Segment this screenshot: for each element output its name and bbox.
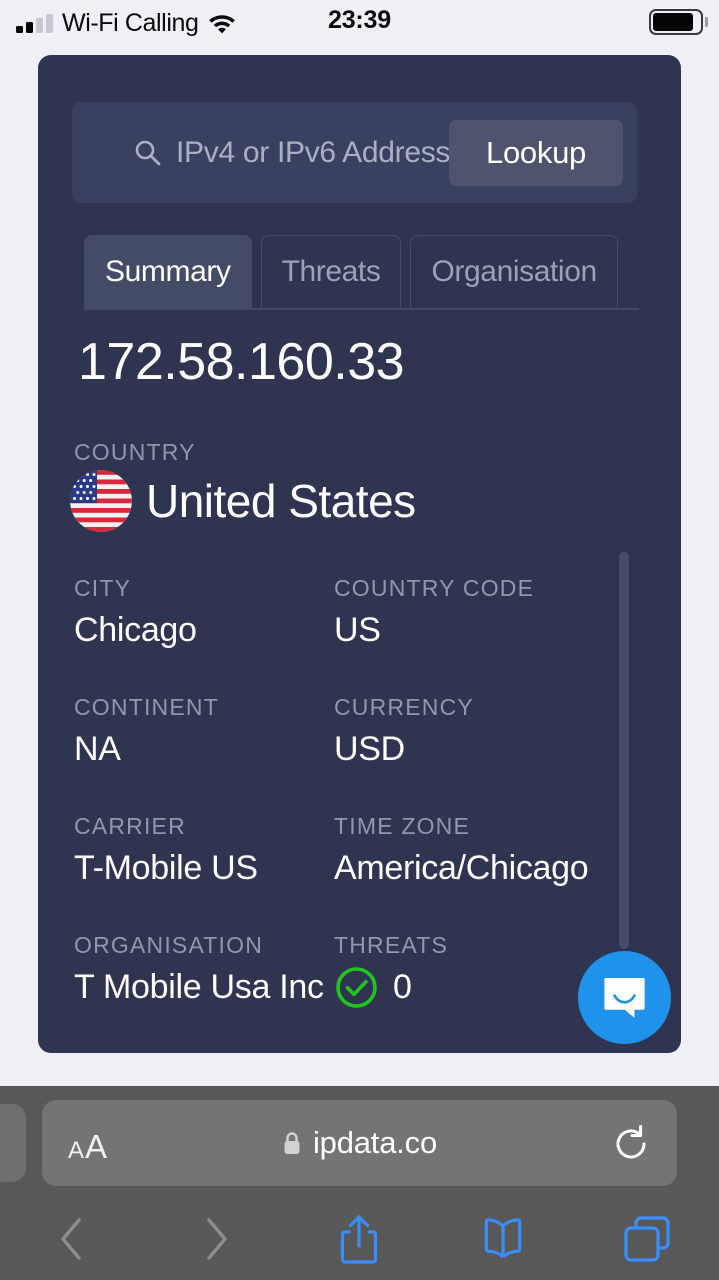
summary-grid: CITY Chicago COUNTRY CODE US CONTINENT N… bbox=[74, 573, 634, 1049]
country-label: COUNTRY bbox=[74, 439, 196, 465]
field-value: America/Chicago bbox=[334, 849, 589, 887]
tab-organisation[interactable]: Organisation bbox=[410, 235, 618, 308]
field-currency: CURRENCY USD bbox=[334, 692, 634, 811]
reload-icon bbox=[611, 1125, 651, 1168]
field-label: CURRENCY bbox=[334, 694, 474, 720]
country-name: United States bbox=[146, 475, 416, 527]
field-value: US bbox=[334, 611, 381, 649]
status-bar-right bbox=[649, 9, 708, 35]
lock-icon bbox=[282, 1131, 302, 1156]
ipdata-card: Lookup Summary Threats Organisation 172.… bbox=[38, 55, 681, 1053]
screen: Wi-Fi Calling 23:39 IPv4 or IPv6 Address… bbox=[0, 0, 719, 1280]
back-button bbox=[0, 1198, 144, 1280]
forward-button bbox=[144, 1198, 288, 1280]
field-value: USD bbox=[334, 730, 405, 768]
ip-search-input[interactable] bbox=[176, 131, 476, 175]
field-label: CARRIER bbox=[74, 813, 186, 839]
search-icon bbox=[134, 139, 161, 166]
battery-icon bbox=[649, 9, 708, 35]
country-row: United States bbox=[70, 470, 416, 532]
safari-tab-strip: A A ipdata.co bbox=[0, 1086, 719, 1198]
field-label: THREATS bbox=[334, 932, 449, 958]
lookup-button[interactable]: Lookup bbox=[449, 120, 623, 186]
ios-status-bar: Wi-Fi Calling 23:39 bbox=[0, 0, 719, 46]
field-label: CONTINENT bbox=[74, 694, 219, 720]
text-size-button[interactable]: A A bbox=[68, 1100, 107, 1186]
url-text: ipdata.co bbox=[312, 1125, 438, 1160]
field-value: NA bbox=[74, 730, 121, 768]
field-value: Chicago bbox=[74, 611, 197, 649]
reload-button[interactable] bbox=[611, 1124, 651, 1164]
share-button[interactable] bbox=[288, 1198, 432, 1280]
text-size-small-a: A bbox=[68, 1137, 85, 1164]
safari-url-bar[interactable]: A A ipdata.co bbox=[42, 1100, 677, 1186]
chat-bubble-icon bbox=[601, 974, 648, 1021]
field-label: TIME ZONE bbox=[334, 813, 471, 839]
field-country-code: COUNTRY CODE US bbox=[334, 573, 634, 692]
field-continent: CONTINENT NA bbox=[74, 692, 334, 811]
tab-divider bbox=[84, 308, 639, 310]
tab-summary[interactable]: Summary bbox=[84, 235, 252, 308]
safari-bottom-chrome: A A ipdata.co bbox=[0, 1086, 719, 1280]
field-label: ORGANISATION bbox=[74, 932, 264, 958]
field-value: T-Mobile US bbox=[74, 849, 258, 887]
chevron-right-icon bbox=[199, 1215, 233, 1263]
text-size-large-a: A bbox=[85, 1128, 108, 1165]
tabs-button[interactable] bbox=[575, 1198, 719, 1280]
field-city: CITY Chicago bbox=[74, 573, 334, 692]
content-scrollbar[interactable] bbox=[619, 552, 629, 949]
field-value: T Mobile Usa Inc bbox=[74, 968, 324, 1006]
chevron-left-icon bbox=[55, 1215, 89, 1263]
field-time-zone: TIME ZONE America/Chicago bbox=[334, 811, 634, 930]
field-organisation: ORGANISATION T Mobile Usa Inc bbox=[74, 930, 334, 1049]
safari-toolbar bbox=[0, 1198, 719, 1280]
clock: 23:39 bbox=[328, 6, 391, 34]
field-label: CITY bbox=[74, 575, 132, 601]
tab-bar: Summary Threats Organisation bbox=[84, 235, 639, 308]
check-circle-icon bbox=[334, 965, 379, 1010]
share-icon bbox=[337, 1213, 381, 1265]
book-icon bbox=[477, 1217, 529, 1261]
field-value: 0 bbox=[393, 968, 412, 1006]
bookmarks-button[interactable] bbox=[431, 1198, 575, 1280]
search-bar: Lookup bbox=[72, 102, 637, 203]
url-display: ipdata.co bbox=[42, 1100, 677, 1186]
tabs-icon bbox=[622, 1215, 672, 1263]
field-carrier: CARRIER T-Mobile US bbox=[74, 811, 334, 930]
us-flag-icon bbox=[70, 470, 132, 532]
tab-threats[interactable]: Threats bbox=[260, 235, 402, 308]
adjacent-tab-peek[interactable] bbox=[0, 1104, 26, 1182]
field-label: COUNTRY CODE bbox=[334, 575, 535, 601]
ip-address-heading: 172.58.160.33 bbox=[78, 333, 405, 391]
intercom-messenger-button[interactable] bbox=[578, 951, 671, 1044]
